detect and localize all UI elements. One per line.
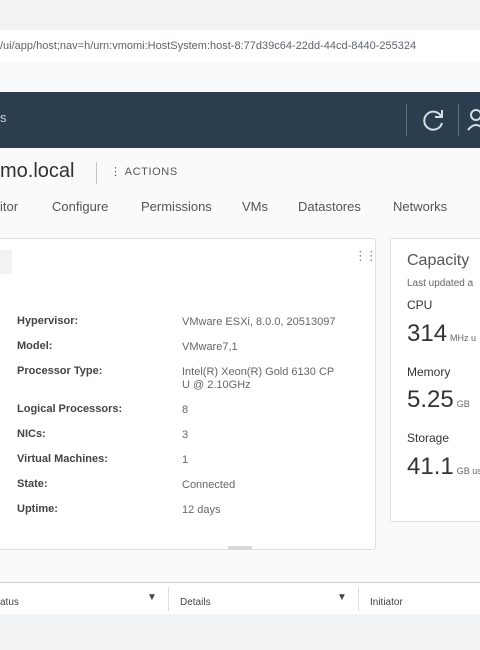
cpu-label: CPU: [407, 298, 433, 312]
hypervisor-value: VMware ESXi, 8.0.0, 20513097: [182, 316, 336, 328]
recent-tasks-table-header: atus ▼ Details ▼ Initiator: [0, 582, 480, 616]
panel-image-placeholder: [0, 250, 12, 274]
nics-value: 3: [182, 429, 189, 441]
initiator-column-header[interactable]: Initiator: [370, 597, 403, 608]
state-label: State:: [17, 478, 48, 490]
host-title-row: mo.local ⋮ ACTIONS: [0, 160, 480, 188]
processor-type-value-line2: U @ 2.10GHz: [182, 379, 251, 391]
processor-type-label: Processor Type:: [17, 365, 103, 377]
kebab-icon: ⋮: [110, 166, 122, 178]
details-column-header[interactable]: Details: [180, 597, 211, 608]
tab-configure[interactable]: Configure: [52, 199, 108, 214]
header-divider: [458, 104, 459, 136]
memory-unit: GB: [456, 399, 470, 409]
title-divider: [96, 162, 97, 184]
logical-processors-label: Logical Processors:: [17, 403, 123, 415]
header-left-text: s: [0, 110, 7, 125]
processor-type-value-line1: Intel(R) Xeon(R) Gold 6130 CP: [182, 366, 335, 378]
filter-icon[interactable]: ▼: [147, 592, 157, 603]
storage-label: Storage: [407, 431, 450, 445]
hypervisor-label: Hypervisor:: [17, 315, 79, 327]
model-value: VMware7,1: [182, 341, 238, 353]
cpu-value-group: 314 MHz u: [407, 320, 476, 348]
actions-menu-button[interactable]: ⋮ ACTIONS: [110, 165, 178, 178]
resize-handle[interactable]: [228, 546, 252, 550]
column-divider[interactable]: [358, 587, 359, 611]
refresh-icon[interactable]: [420, 106, 448, 134]
memory-value-group: 5.25 GB: [407, 386, 470, 414]
tab-networks[interactable]: Networks: [393, 199, 447, 214]
tab-bar: itor Configure Permissions VMs Datastore…: [0, 199, 480, 219]
storage-value-group: 41.1 GB us: [407, 453, 480, 481]
nics-label: NICs:: [17, 428, 46, 440]
storage-unit: GB us: [456, 466, 480, 476]
state-value: Connected: [182, 479, 236, 491]
tab-permissions[interactable]: Permissions: [141, 199, 212, 214]
drag-handle-icon[interactable]: ⋮⋮: [354, 248, 378, 264]
user-icon[interactable]: [466, 106, 480, 134]
header-divider: [406, 104, 407, 136]
tab-monitor[interactable]: itor: [0, 199, 18, 214]
cpu-value: 314: [407, 320, 448, 347]
uptime-label: Uptime:: [17, 503, 58, 515]
capacity-last-updated: Last updated a: [407, 278, 474, 289]
status-column-header[interactable]: atus: [0, 597, 19, 608]
page-title: mo.local: [0, 160, 75, 182]
browser-tab-strip: [0, 0, 480, 30]
filter-icon[interactable]: ▼: [337, 592, 347, 603]
memory-value: 5.25: [407, 386, 454, 413]
model-label: Model:: [17, 340, 53, 352]
storage-value: 41.1: [407, 453, 454, 480]
virtual-machines-label: Virtual Machines:: [17, 453, 108, 465]
virtual-machines-value: 1: [182, 454, 189, 466]
tab-vms[interactable]: VMs: [242, 199, 268, 214]
taskbar: [0, 614, 480, 650]
logical-processors-value: 8: [182, 404, 189, 416]
column-divider[interactable]: [168, 587, 169, 611]
tab-datastores[interactable]: Datastores: [298, 199, 361, 214]
address-bar-url[interactable]: /ui/app/host;nav=h/urn:vmomi:HostSystem:…: [0, 40, 416, 52]
memory-label: Memory: [407, 365, 451, 379]
browser-toolbar-gap: [0, 62, 480, 92]
app-header: s: [0, 92, 480, 148]
actions-label: ACTIONS: [124, 166, 178, 178]
uptime-value: 12 days: [182, 504, 221, 516]
capacity-title: Capacity: [407, 252, 470, 269]
address-bar[interactable]: /ui/app/host;nav=h/urn:vmomi:HostSystem:…: [0, 30, 480, 63]
cpu-unit: MHz u: [450, 333, 477, 343]
